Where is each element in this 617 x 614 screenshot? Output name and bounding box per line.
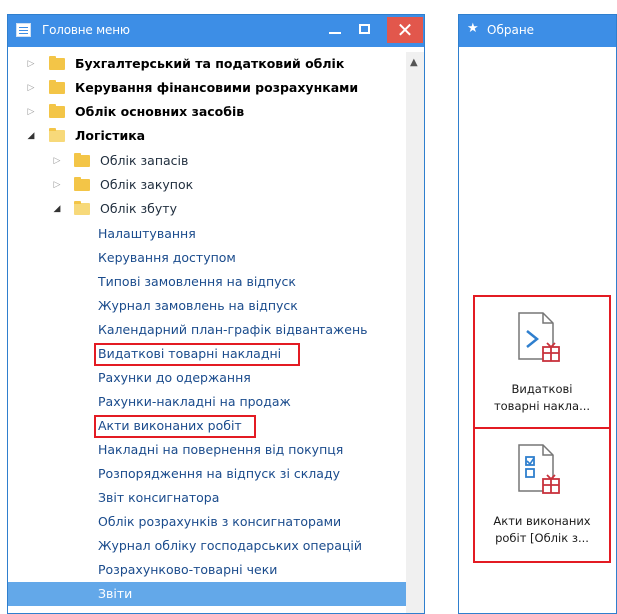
tree-item-label: Керування фінансовими розрахунками xyxy=(75,80,359,95)
favorites-titlebar[interactable]: Обране xyxy=(459,15,616,47)
main-menu-titlebar[interactable]: Головне меню ✕ xyxy=(8,15,424,47)
menu-item-label: Типові замовлення на відпуск xyxy=(98,274,296,289)
collapse-arrow-icon[interactable]: ◢ xyxy=(26,124,36,148)
minimize-button[interactable] xyxy=(323,19,349,41)
close-icon: ✕ xyxy=(396,18,414,42)
minimize-icon xyxy=(329,32,341,34)
expand-arrow-icon[interactable]: ▷ xyxy=(52,149,62,173)
tile-caption-line: Видаткові xyxy=(511,382,573,396)
tile-caption: Видаткові товарні накла... xyxy=(475,381,609,415)
menu-item-label: Журнал замовлень на відпуск xyxy=(98,298,298,313)
menu-item-receivables[interactable]: Рахунки до одержання xyxy=(98,366,251,390)
menu-item-label: Керування доступом xyxy=(98,250,236,265)
vertical-scrollbar[interactable]: ▲ xyxy=(406,52,424,613)
menu-item-label: Звіт консигнатора xyxy=(98,490,220,505)
menu-item-reports[interactable]: Звіти xyxy=(8,582,424,606)
tile-caption: Акти виконаних робіт [Облік з... xyxy=(475,513,609,547)
menu-item-receipts[interactable]: Розрахунково-товарні чеки xyxy=(98,558,277,582)
tree-item-inventory[interactable]: ▷ Облік запасів xyxy=(8,149,398,173)
tree-item-fixed-assets[interactable]: ▷ Облік основних засобів xyxy=(8,100,398,124)
menu-item-label: Журнал обліку господарських операцій xyxy=(98,538,362,553)
favorites-window: Обране Видаткові товарні накла... Акти в… xyxy=(458,14,617,614)
folder-icon xyxy=(49,80,65,94)
open-folder-icon xyxy=(74,201,90,215)
tree-item-label: Бухгалтерський та податковий облік xyxy=(75,56,345,71)
tree-item-label: Облік збуту xyxy=(100,201,177,216)
maximize-button[interactable] xyxy=(353,19,379,41)
favorite-tile-sales-invoices[interactable]: Видаткові товарні накла... xyxy=(473,295,611,431)
collapse-arrow-icon[interactable]: ◢ xyxy=(52,197,62,221)
tree-item-finance[interactable]: ▷ Керування фінансовими розрахунками xyxy=(8,76,398,100)
tile-caption-line: робіт [Облік з... xyxy=(495,531,589,545)
menu-item-label: Розрахунково-товарні чеки xyxy=(98,562,278,577)
menu-item-typical-orders[interactable]: Типові замовлення на відпуск xyxy=(98,270,296,294)
close-button[interactable]: ✕ xyxy=(387,17,423,43)
menu-item-orders-journal[interactable]: Журнал замовлень на відпуск xyxy=(98,294,298,318)
checklist-box-icon xyxy=(518,444,560,494)
menu-item-sale-bills[interactable]: Рахунки-накладні на продаж xyxy=(98,390,291,414)
tree-item-label: Облік основних засобів xyxy=(75,104,245,119)
favorite-tile-work-acts[interactable]: Акти виконаних робіт [Облік з... xyxy=(473,427,611,563)
menu-window-icon xyxy=(16,23,31,37)
tree-item-label: Логістика xyxy=(75,128,146,143)
menu-item-returns[interactable]: Накладні на повернення від покупця xyxy=(98,438,343,462)
menu-item-shipment-schedule[interactable]: Календарний план-графік відвантажень xyxy=(98,318,367,342)
menu-item-consignor-report[interactable]: Звіт консигнатора xyxy=(98,486,219,510)
tree-item-purchases[interactable]: ▷ Облік закупок xyxy=(8,173,398,197)
tree-item-label: Облік закупок xyxy=(100,177,194,192)
menu-item-label: Календарний план-графік відвантажень xyxy=(98,322,368,337)
favorites-title: Обране xyxy=(487,23,535,37)
scroll-up-icon[interactable]: ▲ xyxy=(410,57,418,68)
menu-item-settings[interactable]: Налаштування xyxy=(98,222,196,246)
menu-item-access[interactable]: Керування доступом xyxy=(98,246,236,270)
menu-item-label: Звіти xyxy=(98,586,133,601)
tile-caption-line: Акти виконаних xyxy=(493,514,591,528)
tile-caption-line: товарні накла... xyxy=(493,399,591,413)
menu-item-label: Рахунки до одержання xyxy=(98,370,251,385)
folder-icon xyxy=(49,56,65,70)
highlight-box xyxy=(94,415,256,438)
tree-item-label: Облік запасів xyxy=(100,153,189,168)
expand-arrow-icon[interactable]: ▷ xyxy=(52,173,62,197)
highlight-box xyxy=(94,343,300,366)
menu-tree: ▷ Бухгалтерський та податковий облік ▷ К… xyxy=(8,52,424,613)
document-arrow-icon xyxy=(518,312,560,362)
folder-icon xyxy=(49,104,65,118)
menu-item-operations-journal[interactable]: Журнал обліку господарських операцій xyxy=(98,534,362,558)
menu-item-label: Облік розрахунків з консигнаторами xyxy=(98,514,342,529)
menu-item-label: Рахунки-накладні на продаж xyxy=(98,394,291,409)
maximize-icon xyxy=(359,24,370,34)
menu-item-consignor-settlements[interactable]: Облік розрахунків з консигнаторами xyxy=(98,510,341,534)
menu-item-label: Розпорядження на відпуск зі складу xyxy=(98,466,340,481)
folder-icon xyxy=(74,153,90,167)
menu-item-warehouse-orders[interactable]: Розпорядження на відпуск зі складу xyxy=(98,462,340,486)
open-folder-icon xyxy=(49,128,65,142)
folder-icon xyxy=(74,177,90,191)
favorites-icon xyxy=(467,21,481,37)
tree-item-accounting[interactable]: ▷ Бухгалтерський та податковий облік xyxy=(8,52,398,76)
tree-item-logistics[interactable]: ◢ Логістика xyxy=(8,124,398,148)
main-menu-window: Головне меню ✕ ▷ Бухгалтерський та подат… xyxy=(7,14,425,614)
menu-item-label: Налаштування xyxy=(98,226,196,241)
expand-arrow-icon[interactable]: ▷ xyxy=(26,76,36,100)
expand-arrow-icon[interactable]: ▷ xyxy=(26,100,36,124)
main-menu-title: Головне меню xyxy=(42,23,130,37)
menu-item-label: Накладні на повернення від покупця xyxy=(98,442,344,457)
expand-arrow-icon[interactable]: ▷ xyxy=(26,52,36,76)
tree-item-sales[interactable]: ◢ Облік збуту xyxy=(8,197,398,221)
